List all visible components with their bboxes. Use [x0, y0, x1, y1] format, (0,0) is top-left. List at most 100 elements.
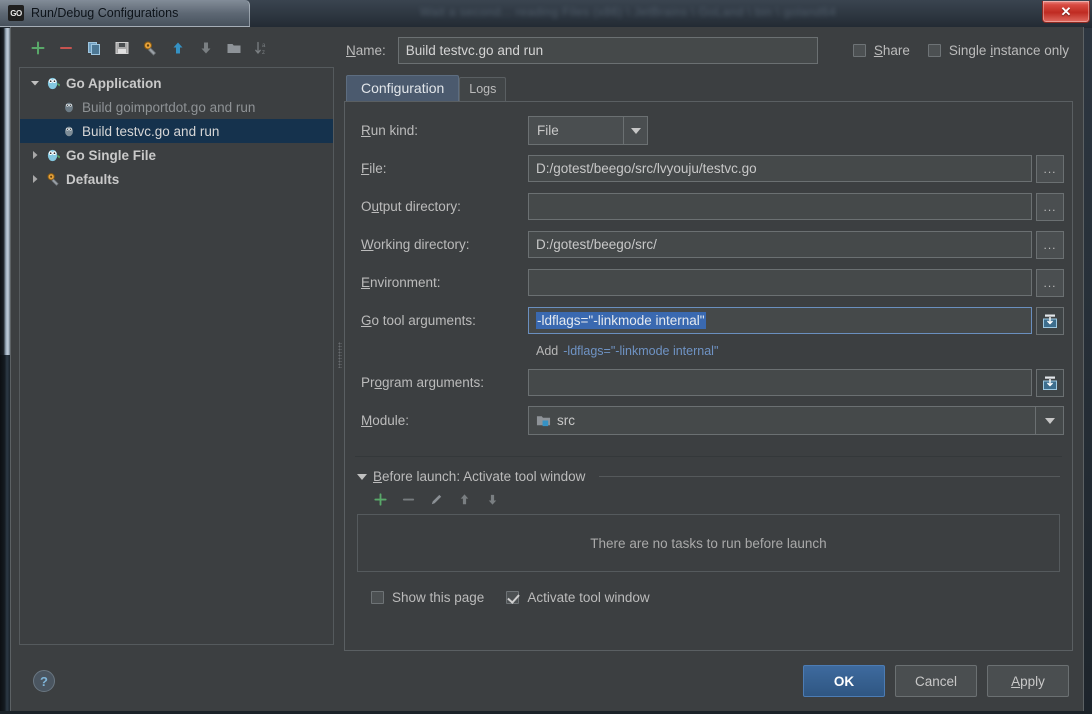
edit-task-button	[425, 488, 447, 510]
configuration-form: Run kind: File File: D:/gotest/beego/src…	[351, 112, 1066, 442]
checkbox-icon	[852, 43, 866, 57]
remove-configuration-button[interactable]	[53, 36, 79, 60]
close-button[interactable]: ✕	[1042, 1, 1090, 23]
file-browse-button[interactable]: ...	[1036, 154, 1064, 183]
tree-item-label: Defaults	[66, 171, 120, 187]
working-directory-input[interactable]: D:/gotest/beego/src/	[528, 231, 1032, 258]
dialog-content: a z Go Application Build goimportdot.go …	[11, 27, 1083, 651]
go-tool-arguments-expand-button[interactable]	[1036, 306, 1064, 335]
module-value: src	[557, 413, 575, 428]
sort-button[interactable]: a z	[249, 36, 275, 60]
name-row: Name: Share Single instance only	[344, 33, 1073, 67]
splitter-handle-icon	[338, 342, 342, 368]
environment-label: Environment:	[361, 275, 441, 290]
file-input[interactable]: D:/gotest/beego/src/lvyouju/testvc.go	[528, 155, 1032, 182]
chevron-right-icon[interactable]	[26, 150, 44, 160]
cancel-button[interactable]: Cancel	[895, 665, 977, 697]
environment-input[interactable]	[528, 269, 1032, 296]
tab-bar: Configuration Logs	[344, 73, 1073, 101]
tab-configuration[interactable]: Configuration	[346, 75, 460, 101]
name-input[interactable]	[397, 36, 818, 64]
program-arguments-label: Program arguments:	[361, 375, 485, 390]
output-directory-browse-button[interactable]: ...	[1036, 192, 1064, 221]
add-configuration-button[interactable]	[25, 36, 51, 60]
move-task-down-button	[481, 488, 503, 510]
wrench-icon	[44, 172, 62, 187]
run-kind-select[interactable]: File	[528, 116, 648, 145]
copy-configuration-button[interactable]	[81, 36, 107, 60]
configurations-toolbar: a z	[17, 33, 336, 63]
show-this-page-label: Show this page	[392, 590, 485, 605]
chevron-down-icon[interactable]	[623, 117, 647, 144]
dialog-action-buttons: OK Cancel Apply	[803, 665, 1069, 697]
working-directory-browse-button[interactable]: ...	[1036, 230, 1064, 259]
go-run-icon	[60, 124, 78, 138]
window-title: Run/Debug Configurations	[31, 6, 179, 20]
tree-item-build-goimportdot[interactable]: Build goimportdot.go and run	[20, 95, 333, 119]
tree-item-label: Go Application	[66, 75, 162, 91]
go-tool-arguments-input[interactable]: -ldflags="-linkmode internal"	[528, 307, 1032, 334]
help-button[interactable]: ?	[33, 670, 55, 692]
create-folder-button[interactable]	[221, 36, 247, 60]
ok-button[interactable]: OK	[803, 665, 885, 697]
single-instance-label: Single instance only	[948, 42, 1069, 58]
add-task-button[interactable]	[369, 488, 391, 510]
move-down-button[interactable]	[193, 36, 219, 60]
checkbox-icon	[371, 591, 384, 604]
program-arguments-input[interactable]	[528, 369, 1032, 396]
go-tool-arguments-value: -ldflags="-linkmode internal"	[536, 312, 706, 329]
apply-button[interactable]: Apply	[987, 665, 1069, 697]
tree-item-label: Build goimportdot.go and run	[82, 99, 256, 115]
background-window-left-edge-lower	[0, 355, 10, 714]
file-row: File: D:/gotest/beego/src/lvyouju/testvc…	[353, 152, 1064, 185]
tree-item-defaults[interactable]: Defaults	[20, 167, 333, 191]
tree-item-label: Build testvc.go and run	[82, 123, 220, 139]
environment-browse-button[interactable]: ...	[1036, 268, 1064, 297]
chevron-down-icon[interactable]	[357, 473, 367, 480]
go-tool-arguments-hint-row: Add -ldflags="-linkmode internal"	[353, 340, 1064, 362]
name-row-options: Share Single instance only	[852, 42, 1073, 58]
program-arguments-expand-button[interactable]	[1036, 368, 1064, 397]
go-gopher-icon	[44, 148, 62, 163]
before-launch-title: Before launch: Activate tool window	[373, 469, 586, 484]
tab-logs[interactable]: Logs	[459, 77, 507, 101]
working-directory-label: Working directory:	[361, 237, 470, 252]
chevron-right-icon[interactable]	[26, 174, 44, 184]
pane-splitter[interactable]	[336, 27, 344, 651]
tree-item-build-testvc[interactable]: Build testvc.go and run	[20, 119, 333, 143]
module-select[interactable]: src	[528, 406, 1064, 435]
configuration-details-pane: Name: Share Single instance only	[344, 27, 1083, 651]
go-run-icon	[60, 100, 78, 114]
edit-defaults-button[interactable]	[137, 36, 163, 60]
output-directory-label: Output directory:	[361, 199, 461, 214]
before-launch-task-list[interactable]: There are no tasks to run before launch	[357, 514, 1060, 572]
module-label: Module:	[361, 413, 410, 428]
dialog-body: a z Go Application Build goimportdot.go …	[10, 27, 1084, 712]
share-label: Share	[873, 42, 910, 58]
before-launch-options: Show this page Activate tool window	[357, 572, 1060, 605]
tree-item-label: Go Single File	[66, 147, 157, 163]
single-instance-checkbox[interactable]: Single instance only	[927, 42, 1069, 58]
before-launch-header[interactable]: Before launch: Activate tool window	[357, 469, 1060, 484]
before-launch-section: Before launch: Activate tool window Ther…	[351, 469, 1066, 605]
runconfig-dialog-window: Wait a second... reading Files (x86) \ J…	[0, 0, 1092, 714]
go-icon: GO	[8, 5, 24, 21]
activate-tool-window-checkbox[interactable]: Activate tool window	[506, 590, 650, 605]
form-separator	[355, 456, 1062, 457]
configurations-tree[interactable]: Go Application Build goimportdot.go and …	[19, 67, 334, 645]
go-tool-arguments-label: Go tool arguments:	[361, 313, 476, 328]
save-configuration-button[interactable]	[109, 36, 135, 60]
tree-item-go-application[interactable]: Go Application	[20, 71, 333, 95]
tree-item-go-single-file[interactable]: Go Single File	[20, 143, 333, 167]
run-kind-row: Run kind: File	[353, 114, 1064, 147]
move-up-button[interactable]	[165, 36, 191, 60]
dialog-footer: ? OK Cancel Apply	[11, 651, 1083, 711]
environment-row: Environment: ...	[353, 266, 1064, 299]
before-launch-empty-text: There are no tasks to run before launch	[590, 535, 827, 551]
chevron-down-icon[interactable]	[26, 78, 44, 88]
show-this-page-checkbox[interactable]: Show this page	[371, 590, 484, 605]
chevron-down-icon[interactable]	[1035, 407, 1063, 434]
share-checkbox[interactable]: Share	[852, 42, 910, 58]
checkbox-icon	[927, 43, 941, 57]
output-directory-input[interactable]	[528, 193, 1032, 220]
